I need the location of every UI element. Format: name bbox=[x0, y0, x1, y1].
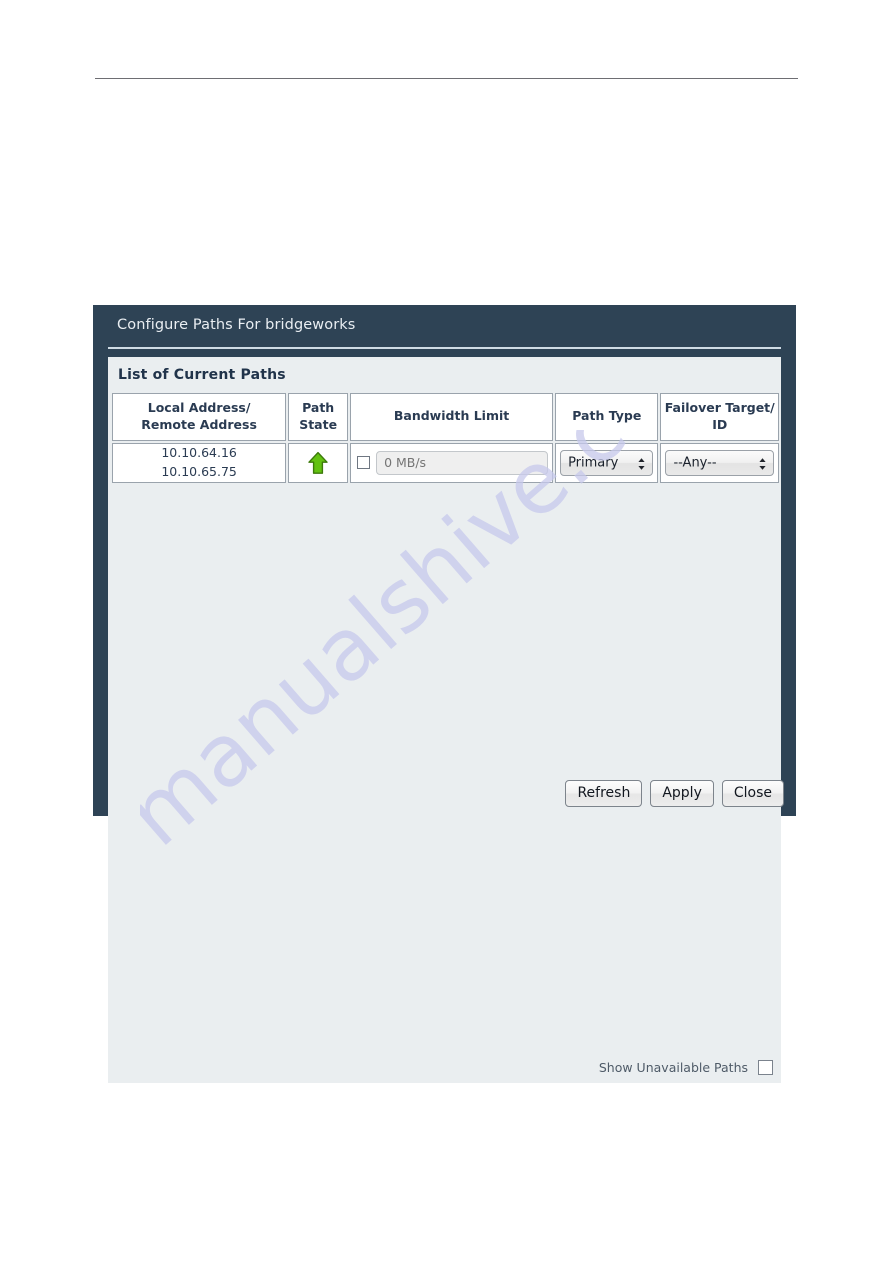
column-header-address-line2: Remote Address bbox=[141, 416, 257, 432]
section-heading-list-of-current-paths: List of Current Paths bbox=[118, 367, 286, 383]
column-header-path-state: Path State bbox=[288, 393, 349, 441]
failover-target-select-value: --Any-- bbox=[673, 455, 717, 471]
chevron-up-down-icon bbox=[637, 456, 646, 470]
dialog-content-panel: List of Current Paths Local Address/ Rem… bbox=[108, 357, 781, 1083]
title-separator bbox=[108, 347, 781, 349]
table-row: 10.10.64.16 10.10.65.75 0 MB/s Primary -… bbox=[112, 442, 779, 483]
column-header-path-state-line1: Path bbox=[302, 400, 335, 415]
failover-target-select[interactable]: --Any-- bbox=[665, 449, 774, 476]
apply-button[interactable]: Apply bbox=[650, 780, 714, 807]
column-header-address-line1: Local Address/ bbox=[147, 400, 251, 415]
local-address-value: 10.10.64.16 bbox=[161, 445, 237, 460]
dialog-titlebar: Configure Paths For bridgeworks bbox=[93, 305, 796, 347]
close-button[interactable]: Close bbox=[721, 780, 784, 807]
dialog-button-row: Refresh Apply Close bbox=[565, 780, 784, 807]
cell-failover-target: --Any-- bbox=[660, 442, 779, 483]
chevron-up-down-icon bbox=[758, 456, 767, 470]
refresh-button[interactable]: Refresh bbox=[565, 780, 643, 807]
bandwidth-limit-input[interactable] bbox=[376, 450, 549, 475]
column-header-address: Local Address/ Remote Address bbox=[112, 393, 287, 441]
configure-paths-dialog: Configure Paths For bridgeworks List of … bbox=[93, 305, 796, 1083]
cell-path-type: Primary bbox=[555, 442, 659, 483]
column-header-failover-target-line1: Failover Target/ bbox=[664, 400, 775, 415]
path-type-select-value: Primary bbox=[568, 455, 619, 471]
show-unavailable-paths-checkbox[interactable] bbox=[758, 1060, 773, 1075]
show-unavailable-paths-row[interactable]: Show Unavailable Paths bbox=[599, 1060, 773, 1075]
column-header-bandwidth-limit: Bandwidth Limit bbox=[350, 393, 554, 441]
green-up-arrow-icon bbox=[307, 451, 329, 475]
column-header-failover-target: Failover Target/ ID bbox=[660, 393, 779, 441]
cell-addresses: 10.10.64.16 10.10.65.75 bbox=[112, 442, 287, 483]
page-header-rule bbox=[95, 78, 798, 79]
cell-bandwidth-limit bbox=[350, 442, 554, 483]
column-header-path-state-line2: State bbox=[299, 416, 338, 432]
show-unavailable-paths-label: Show Unavailable Paths bbox=[598, 1060, 748, 1075]
column-header-bandwidth-limit-label: Bandwidth Limit bbox=[393, 408, 510, 424]
column-header-path-type-label: Path Type bbox=[572, 408, 642, 424]
column-header-failover-target-line2: ID bbox=[712, 416, 728, 432]
bandwidth-limit-checkbox[interactable] bbox=[357, 456, 371, 470]
dialog-title: Configure Paths For bridgeworks bbox=[117, 317, 356, 333]
table-header-row: Local Address/ Remote Address Path State… bbox=[112, 393, 779, 441]
dialog-footer: Refresh Apply Close bbox=[93, 776, 796, 816]
remote-address-value: 10.10.65.75 bbox=[161, 463, 237, 479]
column-header-path-type: Path Type bbox=[555, 393, 659, 441]
paths-table: Local Address/ Remote Address Path State… bbox=[110, 391, 781, 485]
path-type-select[interactable]: Primary bbox=[560, 449, 654, 476]
cell-path-state bbox=[288, 442, 349, 483]
